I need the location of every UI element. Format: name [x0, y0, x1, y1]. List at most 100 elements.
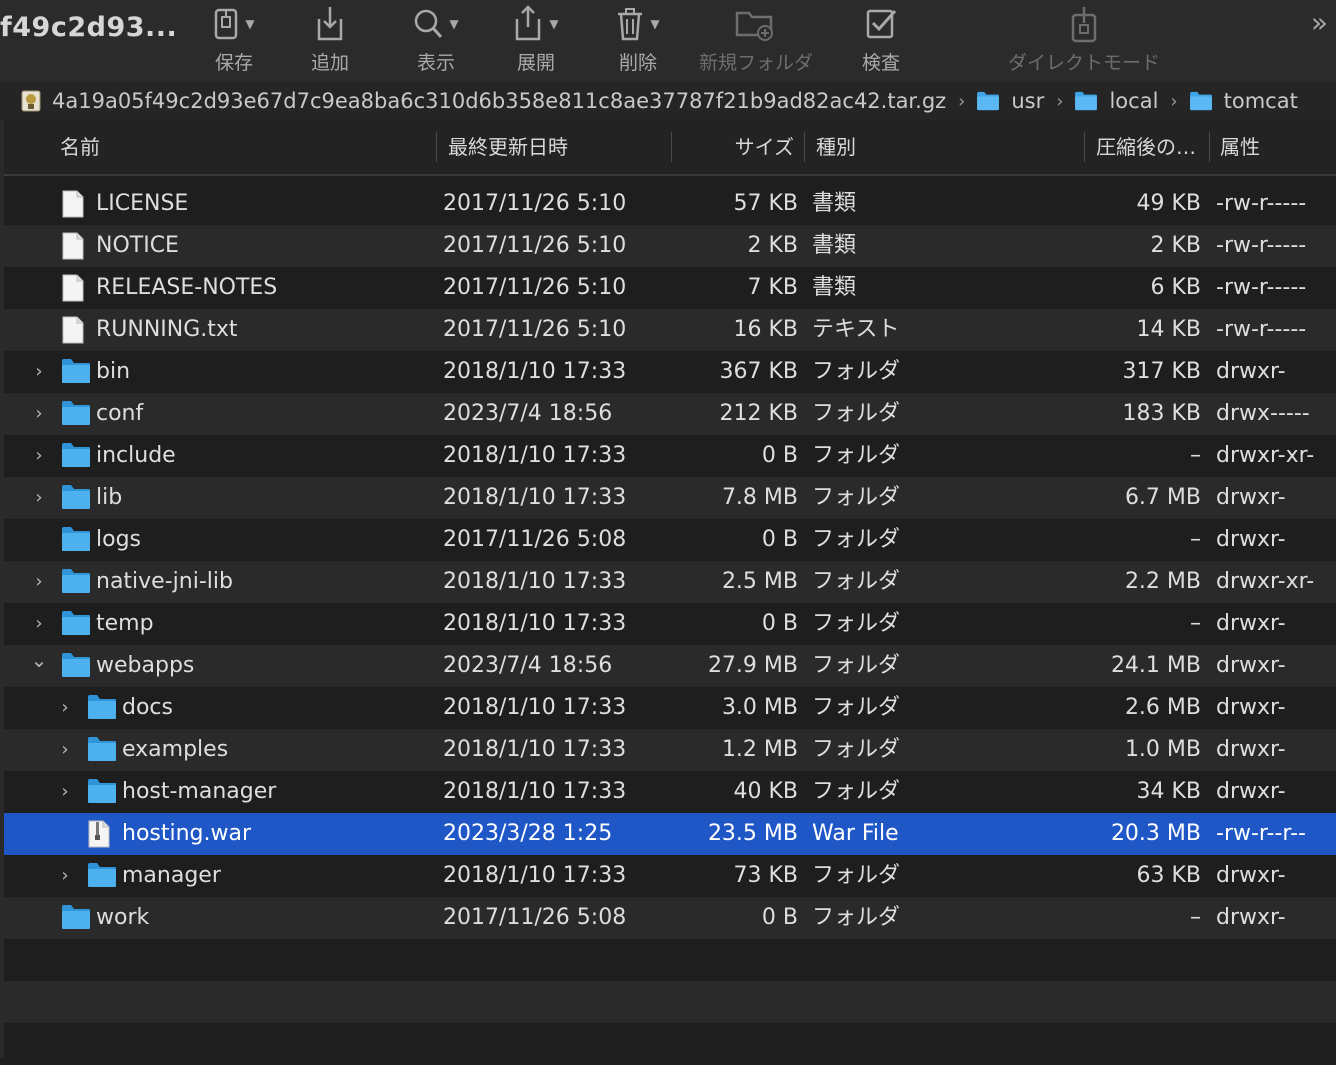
path-segment-label: tomcat: [1223, 89, 1298, 113]
file-kind: 書類: [812, 275, 857, 300]
war-file-icon: [87, 820, 111, 848]
column-divider[interactable]: [436, 132, 437, 162]
file-row[interactable]: › examples 2018/1/10 17:33 1.2 MB フォルダ 1.0 MB…: [4, 729, 1336, 771]
file-kind: 書類: [812, 233, 857, 258]
file-attributes: -rw-r-----: [1216, 233, 1307, 258]
delete-button[interactable]: ▼ 削除: [606, 0, 670, 82]
file-row[interactable]: › native-jni-lib 2018/1/10 17:33 2.5 MB フォルダ…: [4, 561, 1336, 603]
file-name: hosting.war: [122, 821, 252, 846]
file-row[interactable]: › conf 2023/7/4 18:56 212 KB フォルダ 183 KB drwx-…: [4, 393, 1336, 435]
toolbar-overflow-button[interactable]: »: [1311, 6, 1328, 39]
column-divider[interactable]: [1084, 132, 1085, 162]
disclosure-collapsed-icon[interactable]: ›: [30, 561, 48, 603]
file-row[interactable]: LICENSE 2017/11/26 5:10 57 KB 書類 49 KB -rw-r-…: [4, 183, 1336, 225]
disclosure-collapsed-icon[interactable]: ›: [30, 435, 48, 477]
file-row[interactable]: hosting.war 2023/3/28 1:25 23.5 MB War File…: [4, 813, 1336, 855]
file-size: 2.5 MB: [721, 569, 798, 594]
file-attributes: drwxr-: [1216, 737, 1286, 762]
folder-icon: [61, 610, 91, 638]
path-separator: ›: [958, 90, 966, 112]
path-archive[interactable]: 4a19a05f49c2d93e67d7c9ea8ba6c310d6b358e8…: [20, 89, 946, 113]
file-row[interactable]: › include 2018/1/10 17:33 0 B フォルダ – drwxr-xr-: [4, 435, 1336, 477]
file-row[interactable]: › manager 2018/1/10 17:33 73 KB フォルダ 63 KB drw…: [4, 855, 1336, 897]
disclosure-collapsed-icon[interactable]: ›: [56, 729, 74, 771]
path-separator: ›: [1056, 90, 1064, 112]
file-row[interactable]: ⌄ webapps 2023/7/4 18:56 27.9 MB フォルダ 24.1 MB…: [4, 645, 1336, 687]
column-header-size[interactable]: サイズ: [684, 120, 794, 174]
file-kind: フォルダ: [812, 695, 901, 720]
path-segment-label: local: [1109, 89, 1159, 113]
file-row[interactable]: logs 2017/11/26 5:08 0 B フォルダ – drwxr-: [4, 519, 1336, 561]
direct-mode-button[interactable]: ダイレクトモード: [1000, 0, 1168, 82]
chevron-down-icon: ▼: [650, 17, 660, 31]
view-button[interactable]: ▼ 表示: [404, 0, 468, 82]
column-header-attributes[interactable]: 属性: [1220, 120, 1260, 174]
disclosure-collapsed-icon[interactable]: ›: [30, 393, 48, 435]
disclosure-collapsed-icon[interactable]: ›: [56, 687, 74, 729]
path-segment-local[interactable]: local: [1073, 89, 1158, 113]
file-size: 0 B: [761, 527, 798, 552]
file-attributes: drwxr-: [1216, 485, 1286, 510]
file-row[interactable]: work 2017/11/26 5:08 0 B フォルダ – drwxr-: [4, 897, 1336, 939]
disclosure-collapsed-icon[interactable]: ›: [56, 771, 74, 813]
path-bar: 4a19a05f49c2d93e67d7c9ea8ba6c310d6b358e8…: [0, 82, 1336, 120]
path-segment-tomcat[interactable]: tomcat: [1188, 89, 1298, 113]
file-date: 2023/7/4 18:56: [443, 653, 613, 678]
file-row[interactable]: › docs 2018/1/10 17:33 3.0 MB フォルダ 2.6 MB drwx…: [4, 687, 1336, 729]
file-date: 2018/1/10 17:33: [443, 863, 627, 888]
extract-button[interactable]: ▼ 展開: [504, 0, 568, 82]
file-row[interactable]: RUNNING.txt 2017/11/26 5:10 16 KB テキスト 14 KB…: [4, 309, 1336, 351]
column-header-compressed[interactable]: 圧縮後の…: [1096, 120, 1196, 174]
file-name: temp: [96, 611, 154, 636]
file-compressed-size: 183 KB: [1122, 401, 1201, 426]
path-segment-usr[interactable]: usr: [975, 89, 1044, 113]
file-row[interactable]: › bin 2018/1/10 17:33 367 KB フォルダ 317 KB drwxr…: [4, 351, 1336, 393]
disclosure-collapsed-icon: [30, 519, 48, 561]
trash-icon: [618, 8, 643, 41]
disclosure-collapsed-icon[interactable]: ›: [30, 351, 48, 393]
empty-row: [4, 981, 1336, 1023]
add-button[interactable]: 追加: [305, 0, 355, 82]
file-kind: フォルダ: [812, 653, 901, 678]
file-compressed-size: 317 KB: [1122, 359, 1201, 384]
file-row[interactable]: › host-manager 2018/1/10 17:33 40 KB フォルダ 34 …: [4, 771, 1336, 813]
file-size: 7 KB: [747, 275, 798, 300]
disclosure-expanded-icon[interactable]: ⌄: [30, 639, 48, 681]
save-button[interactable]: ▼ 保存: [204, 0, 264, 82]
file-name: webapps: [96, 653, 195, 678]
file-date: 2018/1/10 17:33: [443, 737, 627, 762]
disclosure-collapsed-icon: [30, 267, 48, 309]
checkmark-icon: [866, 9, 897, 39]
disclosure-collapsed-icon[interactable]: ›: [30, 477, 48, 519]
file-row[interactable]: › temp 2018/1/10 17:33 0 B フォルダ – drwxr-: [4, 603, 1336, 645]
column-divider[interactable]: [671, 132, 672, 162]
extract-icon: [516, 5, 541, 41]
disclosure-collapsed-icon: [30, 225, 48, 267]
file-compressed-size: –: [1190, 527, 1201, 552]
column-divider[interactable]: [804, 132, 805, 162]
file-kind: フォルダ: [812, 485, 901, 510]
disclosure-collapsed-icon[interactable]: ›: [56, 855, 74, 897]
file-row[interactable]: NOTICE 2017/11/26 5:10 2 KB 書類 2 KB -rw-r----…: [4, 225, 1336, 267]
file-row[interactable]: RELEASE-NOTES 2017/11/26 5:10 7 KB 書類 6 KB -r…: [4, 267, 1336, 309]
file-attributes: drwxr-: [1216, 527, 1286, 552]
inspect-button[interactable]: 検査: [856, 0, 906, 82]
disclosure-collapsed-icon: [30, 309, 48, 351]
column-header-name[interactable]: 名前: [60, 120, 100, 174]
column-header-kind[interactable]: 種別: [816, 120, 856, 174]
file-list: LICENSE 2017/11/26 5:10 57 KB 書類 49 KB -rw-r-…: [4, 183, 1336, 1065]
file-size: 0 B: [761, 611, 798, 636]
new-folder-button[interactable]: 新規フォルダ: [692, 0, 820, 82]
file-date: 2018/1/10 17:33: [443, 569, 627, 594]
file-date: 2017/11/26 5:10: [443, 233, 627, 258]
file-kind: フォルダ: [812, 905, 901, 930]
column-divider[interactable]: [1209, 132, 1210, 162]
archive-icon: [21, 90, 41, 112]
column-header-date[interactable]: 最終更新日時: [448, 120, 568, 174]
file-row[interactable]: › lib 2018/1/10 17:33 7.8 MB フォルダ 6.7 MB drwxr…: [4, 477, 1336, 519]
file-size: 27.9 MB: [707, 653, 798, 678]
file-compressed-size: 20.3 MB: [1110, 821, 1201, 846]
file-compressed-size: 2 KB: [1150, 233, 1201, 258]
file-size: 2 KB: [747, 233, 798, 258]
column-header: 名前 最終更新日時 サイズ 種別 圧縮後の… 属性: [4, 120, 1336, 176]
